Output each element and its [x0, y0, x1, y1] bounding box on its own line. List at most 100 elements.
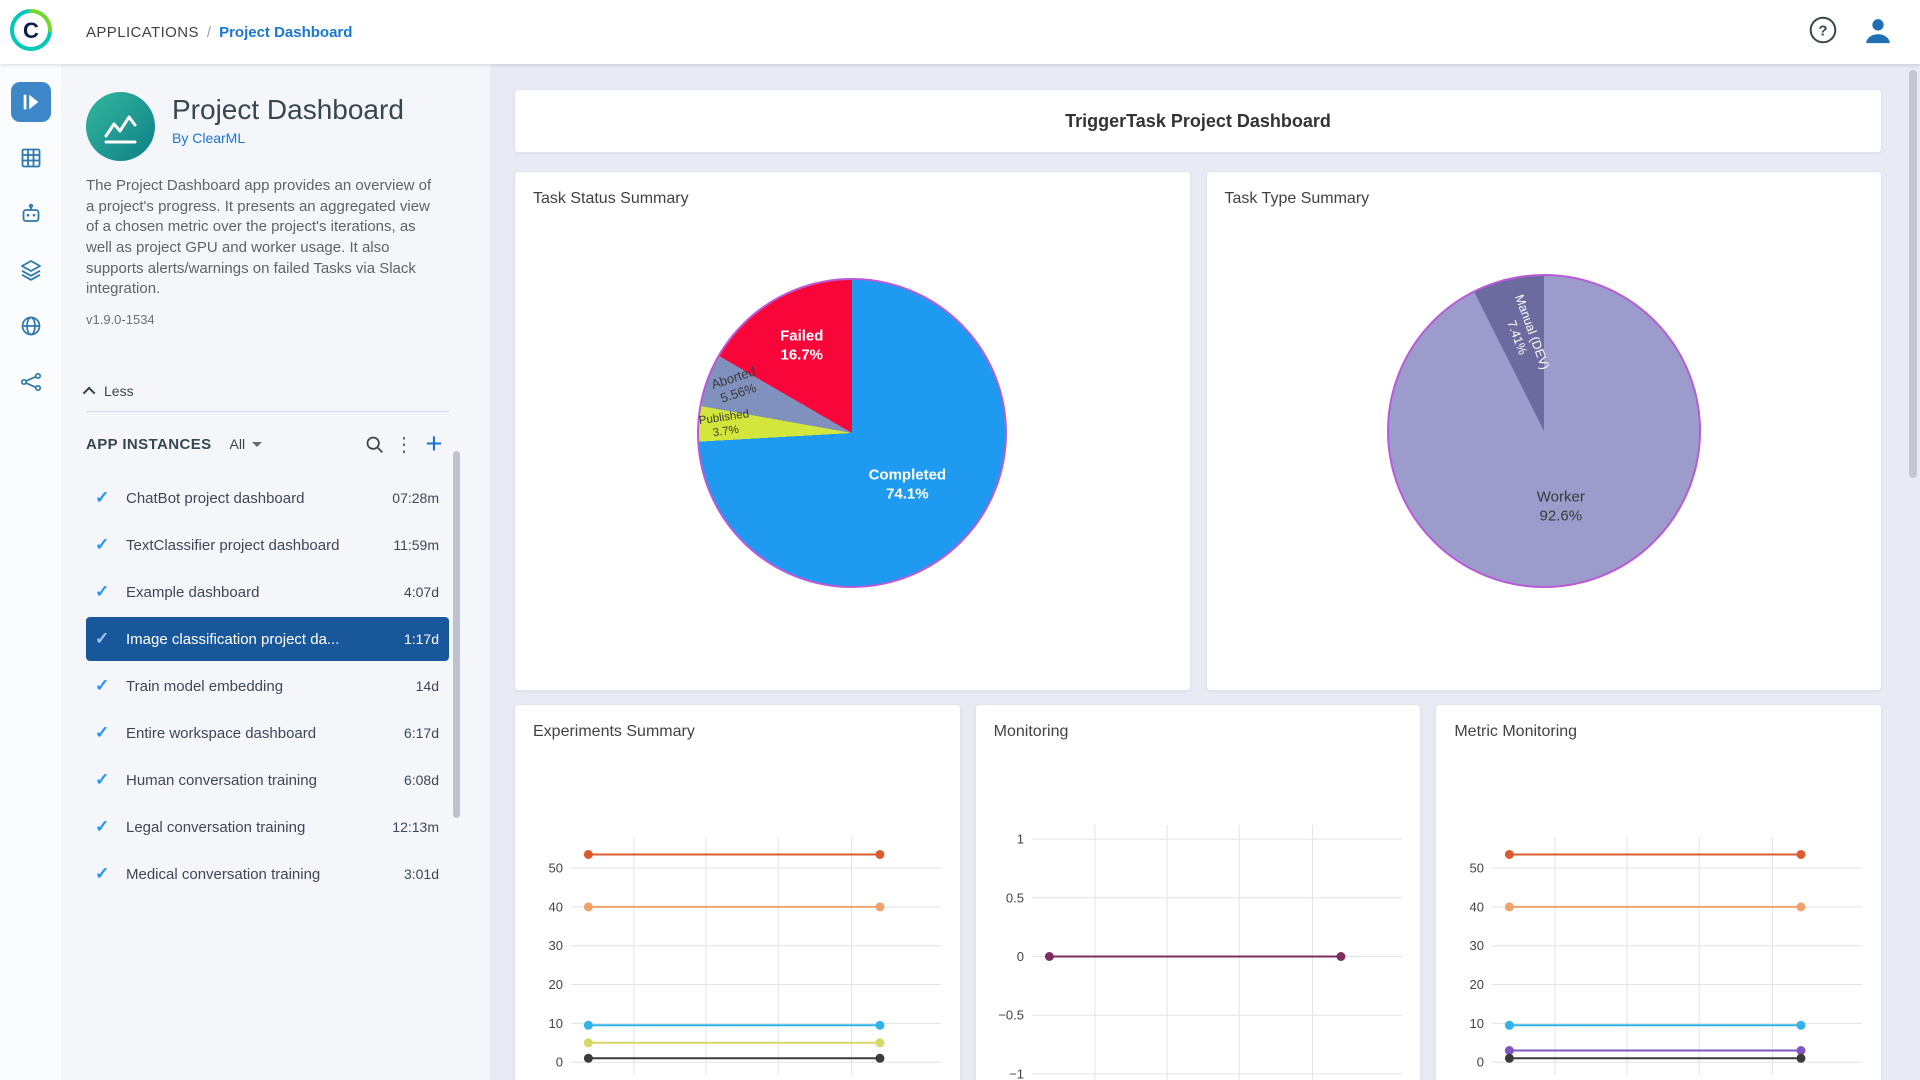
dashboard-title-card: TriggerTask Project Dashboard	[514, 89, 1882, 153]
svg-text:50: 50	[549, 861, 563, 876]
instance-runtime: 07:28m	[392, 490, 439, 507]
list-item[interactable]: ✓ Entire workspace dashboard 6:17d	[86, 711, 449, 755]
pie-slice-label: Failed 16.7%	[780, 327, 824, 363]
user-avatar-icon[interactable]	[1862, 14, 1894, 51]
rail-agent-robot-icon[interactable]	[11, 194, 51, 234]
pie-slice-label: Completed 74.1%	[868, 466, 947, 503]
check-icon: ✓	[95, 582, 110, 602]
instance-name: Entire workspace dashboard	[126, 724, 317, 742]
svg-text:?: ?	[1818, 22, 1827, 39]
rail-projects-grid-icon[interactable]	[11, 138, 51, 178]
svg-text:0: 0	[1016, 949, 1023, 964]
instance-runtime: 11:59m	[393, 537, 439, 554]
rail-datasets-layers-icon[interactable]	[11, 250, 51, 290]
search-icon[interactable]	[359, 429, 389, 459]
list-item[interactable]: ✓ Human conversation training 6:08d	[86, 758, 449, 802]
experiments-summary-card: Experiments Summary 0 10 20 30 40 50	[514, 704, 961, 1080]
experiments-summary-chart: 0 10 20 30 40 50	[549, 837, 941, 1075]
main-scrollbar[interactable]	[1909, 70, 1917, 478]
kebab-menu-icon[interactable]: ⋮	[389, 429, 419, 459]
check-icon: ✓	[95, 864, 110, 884]
svg-text:−1: −1	[1009, 1066, 1024, 1080]
list-item[interactable]: ✓ TextClassifier project dashboard 11:59m	[86, 523, 449, 567]
list-item[interactable]: ✓ Medical conversation training 3:01d	[86, 852, 449, 896]
svg-text:20: 20	[549, 977, 563, 992]
list-item[interactable]: ✓ Image classification project da... 1:17d	[86, 617, 449, 662]
list-item[interactable]: ✓ Legal conversation training 12:13m	[86, 805, 449, 849]
check-icon: ✓	[95, 676, 110, 696]
app-instances-header: APP INSTANCES	[86, 435, 212, 453]
rail-pipelines-icon[interactable]	[11, 362, 51, 402]
instance-runtime: 3:01d	[403, 866, 439, 883]
dashboard-main: TriggerTask Project Dashboard Task Statu…	[490, 64, 1920, 1080]
task-type-title: Task Type Summary	[1224, 190, 1370, 207]
task-type-pie: Worker 92.6% Manual (DEV) 7.41%	[1386, 274, 1701, 588]
task-status-card: Task Status Summary Completed 74.1% Publis…	[514, 171, 1191, 691]
instance-name: Train model embedding	[126, 677, 284, 695]
check-icon: ✓	[95, 535, 110, 555]
chevron-down-icon	[252, 441, 263, 447]
rail-hyperdatasets-globe-icon[interactable]	[11, 306, 51, 346]
pie-slice-label: Manual (DEV) 7.41%	[1504, 292, 1552, 372]
svg-text:1: 1	[1016, 832, 1023, 847]
instance-name: ChatBot project dashboard	[126, 489, 305, 507]
add-instance-button[interactable]: +	[419, 429, 449, 459]
check-icon: ✓	[95, 488, 110, 508]
rail-applications-icon[interactable]	[10, 82, 51, 122]
list-item[interactable]: ✓ Example dashboard 4:07d	[86, 570, 449, 614]
monitoring-card: Monitoring −1 −0.5 0 0.5 1	[974, 704, 1422, 1080]
svg-text:40: 40	[549, 899, 563, 914]
instance-runtime: 6:08d	[403, 772, 439, 789]
app-description: The Project Dashboard app provides an ov…	[86, 177, 432, 298]
pie-slice-label: Published 3.7%	[698, 408, 751, 441]
task-status-title: Task Status Summary	[533, 190, 689, 207]
filter-dropdown[interactable]: All	[230, 436, 263, 452]
list-scrollbar[interactable]	[453, 451, 460, 818]
filter-value: All	[229, 436, 246, 453]
instance-runtime: 1:17d	[403, 631, 439, 648]
list-item[interactable]: ✓ Train model embedding 14d	[86, 664, 449, 708]
svg-text:10: 10	[1470, 1016, 1484, 1031]
instance-name: Legal conversation training	[126, 818, 306, 836]
breadcrumb-separator: /	[206, 23, 212, 41]
metric-monitoring-title: Metric Monitoring	[1454, 723, 1578, 740]
app-info-panel: Project Dashboard By ClearML The Project…	[61, 64, 490, 1080]
collapse-toggle[interactable]: Less	[82, 383, 156, 399]
instance-name: Image classification project da...	[126, 630, 340, 648]
breadcrumb: APPLICATIONS / Project Dashboard	[86, 24, 352, 41]
instance-runtime: 4:07d	[403, 584, 439, 601]
svg-text:30: 30	[549, 938, 563, 953]
pie-slice-label: Aborted 5.56%	[709, 363, 759, 406]
byline-link[interactable]: By ClearML	[172, 130, 404, 146]
page-title: Project Dashboard	[172, 94, 404, 125]
monitoring-chart: −1 −0.5 0 0.5 1	[998, 825, 1402, 1080]
check-icon: ✓	[95, 817, 110, 837]
svg-text:0.5: 0.5	[1006, 890, 1024, 905]
monitoring-title: Monitoring	[993, 723, 1069, 740]
instance-runtime: 12:13m	[392, 819, 439, 836]
task-type-card: Task Type Summary Worker 92.6% Manual (DEV…	[1205, 171, 1882, 691]
metric-monitoring-chart: 0 10 20 30 40 50	[1470, 837, 1863, 1075]
instance-name: Human conversation training	[126, 771, 317, 789]
svg-text:20: 20	[1470, 977, 1484, 992]
divider	[86, 411, 449, 413]
svg-text:40: 40	[1470, 899, 1484, 914]
clearml-logo-icon[interactable]: C	[8, 7, 54, 58]
svg-text:C: C	[23, 18, 39, 43]
svg-text:10: 10	[549, 1016, 563, 1031]
pie-slice-label: Worker 92.6%	[1536, 488, 1585, 524]
breadcrumb-current: Project Dashboard	[219, 23, 353, 41]
instance-name: Medical conversation training	[126, 865, 321, 883]
breadcrumb-applications[interactable]: APPLICATIONS	[86, 24, 199, 41]
left-rail	[0, 64, 61, 1080]
project-dashboard-app-icon	[86, 92, 155, 166]
check-icon: ✓	[95, 723, 110, 743]
list-item[interactable]: ✓ ChatBot project dashboard 07:28m	[86, 476, 449, 520]
svg-text:50: 50	[1470, 861, 1484, 876]
help-icon[interactable]: ?	[1808, 15, 1838, 50]
check-icon: ✓	[95, 629, 110, 649]
app-version: v1.9.0-1534	[86, 312, 155, 328]
instance-name: TextClassifier project dashboard	[126, 536, 340, 554]
metric-monitoring-card: Metric Monitoring 0 10 20 30 40 50	[1435, 704, 1883, 1080]
app-instances-list: ✓ ChatBot project dashboard 07:28m ✓ TextCla…	[86, 476, 449, 896]
